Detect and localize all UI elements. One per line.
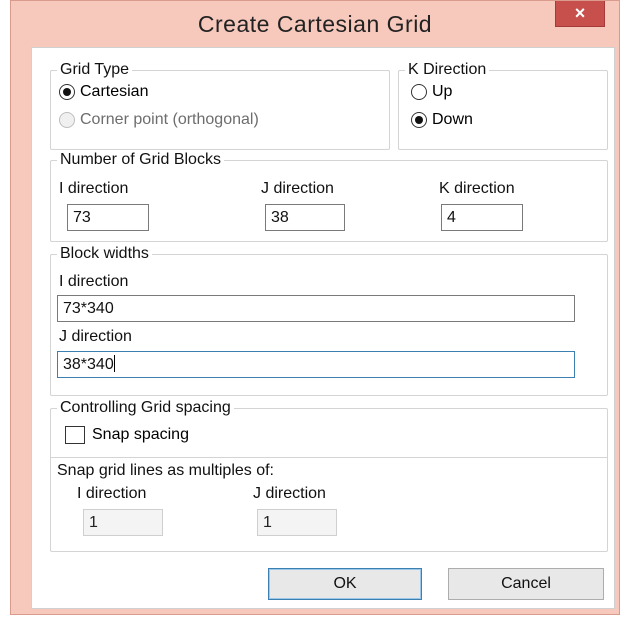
blocks-i-input[interactable]: 73 bbox=[67, 204, 149, 231]
widths-i-label: I direction bbox=[59, 273, 129, 290]
cancel-button[interactable]: Cancel bbox=[448, 568, 604, 600]
grid-spacing-label: Controlling Grid spacing bbox=[57, 398, 234, 418]
radio-checked-icon bbox=[59, 84, 75, 100]
radio-cartesian[interactable]: Cartesian bbox=[59, 83, 148, 101]
grid-spacing-group: Controlling Grid spacing Snap spacing Sn… bbox=[50, 398, 608, 552]
grid-blocks-group: Number of Grid Blocks I direction J dire… bbox=[50, 150, 608, 242]
widths-i-input[interactable]: 73*340 bbox=[57, 295, 575, 322]
widths-j-input[interactable]: 38*340 bbox=[57, 351, 575, 378]
radio-unchecked-icon bbox=[411, 84, 427, 100]
widths-j-value: 38*340 bbox=[63, 356, 114, 373]
snap-i-label: I direction bbox=[77, 485, 147, 502]
snap-j-label: J direction bbox=[253, 485, 326, 502]
snap-spacing-label: Snap spacing bbox=[92, 426, 189, 443]
dialog-title: Create Cartesian Grid bbox=[197, 11, 433, 37]
text-caret bbox=[113, 355, 115, 372]
blocks-j-label: J direction bbox=[261, 180, 334, 197]
widths-j-label: J direction bbox=[59, 328, 132, 345]
blocks-i-label: I direction bbox=[59, 180, 129, 197]
snap-multiples-label: Snap grid lines as multiples of: bbox=[57, 462, 274, 479]
snap-spacing-checkbox[interactable]: Snap spacing bbox=[65, 426, 189, 444]
close-icon[interactable]: × bbox=[555, 1, 605, 27]
blocks-j-input[interactable]: 38 bbox=[265, 204, 345, 231]
checkbox-unchecked-icon bbox=[65, 426, 85, 444]
grid-blocks-label: Number of Grid Blocks bbox=[57, 150, 224, 170]
radio-corner-point-label: Corner point (orthogonal) bbox=[80, 111, 259, 128]
k-direction-group: K Direction Up Down bbox=[398, 60, 608, 150]
radio-down-label: Down bbox=[432, 111, 473, 128]
block-widths-group: Block widths I direction 73*340 J direct… bbox=[50, 244, 608, 396]
radio-corner-point: Corner point (orthogonal) bbox=[59, 111, 259, 129]
radio-checked-icon bbox=[411, 112, 427, 128]
section-divider bbox=[51, 457, 607, 458]
radio-down[interactable]: Down bbox=[411, 111, 473, 129]
grid-type-group: Grid Type Cartesian Corner point (orthog… bbox=[50, 60, 390, 150]
radio-up-label: Up bbox=[432, 83, 453, 100]
dialog-window: Create Cartesian Grid × Grid Type Cartes… bbox=[10, 0, 620, 615]
radio-unchecked-icon bbox=[59, 112, 75, 128]
grid-type-label: Grid Type bbox=[57, 60, 133, 80]
k-direction-label: K Direction bbox=[405, 60, 490, 80]
snap-i-input: 1 bbox=[83, 509, 163, 536]
radio-up[interactable]: Up bbox=[411, 83, 452, 101]
ok-button[interactable]: OK bbox=[268, 568, 422, 600]
blocks-k-input[interactable]: 4 bbox=[441, 204, 523, 231]
block-widths-label: Block widths bbox=[57, 244, 152, 264]
dialog-body: Grid Type Cartesian Corner point (orthog… bbox=[31, 47, 615, 609]
radio-cartesian-label: Cartesian bbox=[80, 83, 149, 100]
blocks-k-label: K direction bbox=[439, 180, 515, 197]
snap-j-input: 1 bbox=[257, 509, 337, 536]
title-bar[interactable]: Create Cartesian Grid × bbox=[11, 1, 619, 51]
